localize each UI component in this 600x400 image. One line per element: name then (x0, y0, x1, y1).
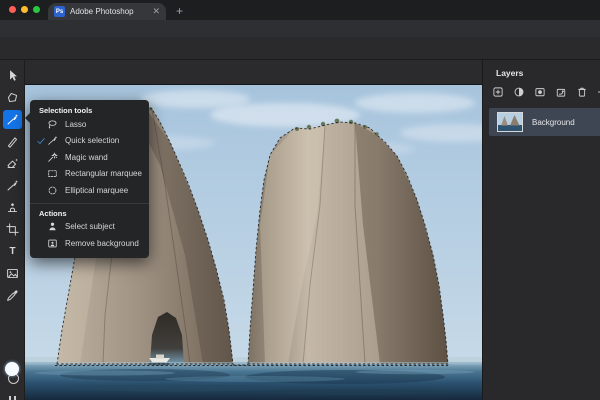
browser-tab-strip: Ps Adobe Photoshop ✕ + (0, 0, 600, 20)
menu-item-elliptical-marquee[interactable]: Elliptical marquee (30, 182, 149, 199)
more-panel-icon[interactable] (595, 84, 600, 99)
clone-stamp-tool[interactable] (3, 198, 22, 217)
layers-panel: Layers Background (482, 60, 600, 400)
photoshop-favicon: Ps (54, 6, 65, 17)
quick-selection-icon (47, 135, 59, 146)
tab-close-icon[interactable]: ✕ (152, 7, 160, 16)
new-tab-button[interactable]: + (176, 4, 183, 18)
app-window: Ps Adobe Photoshop ✕ + ← → photoshop.ado… (0, 0, 600, 400)
adjustment-layer-icon[interactable] (511, 84, 526, 99)
layers-panel-title: Layers (496, 68, 523, 78)
browser-tab[interactable]: Ps Adobe Photoshop ✕ (48, 3, 166, 20)
toolbar: T (0, 60, 25, 400)
layer-mask-icon[interactable] (532, 84, 547, 99)
eyedropper-tool[interactable] (3, 286, 22, 305)
move-tool[interactable] (3, 66, 22, 85)
brush-tool[interactable] (3, 176, 22, 195)
menu-item-magic-wand[interactable]: Magic wand (30, 149, 149, 166)
foreground-color-swatch[interactable] (5, 362, 19, 376)
ps-top-bar: Ps (Beta) Faraglioni 100% (0, 37, 600, 60)
tab-title: Adobe Photoshop (70, 7, 147, 16)
window-close-button[interactable] (9, 6, 16, 13)
selection-tools-menu: Selection tools Lasso Quick selection Ma… (30, 100, 149, 258)
select-subject-icon (47, 221, 59, 232)
menu-section-title: Selection tools (30, 105, 149, 116)
toolbar-collapse-icon[interactable] (9, 396, 16, 400)
shapes-tool[interactable] (3, 264, 22, 283)
spot-healing-tool[interactable] (3, 132, 22, 151)
window-minimize-button[interactable] (21, 6, 28, 13)
menu-divider (30, 203, 149, 204)
rectangular-marquee-icon (47, 168, 59, 179)
type-tool[interactable]: T (3, 242, 22, 261)
menu-section-title: Actions (30, 208, 149, 219)
delete-layer-icon[interactable] (574, 84, 589, 99)
menu-item-rectangular-marquee[interactable]: Rectangular marquee (30, 166, 149, 183)
transform-icon[interactable] (553, 84, 568, 99)
menu-item-remove-background[interactable]: Remove background (30, 235, 149, 252)
remove-background-icon (47, 238, 59, 249)
browser-toolbar: ← → photoshop.adobe.com (0, 20, 600, 37)
layer-row-background[interactable]: Background (489, 108, 600, 136)
menu-item-select-subject[interactable]: Select subject (30, 219, 149, 236)
check-icon (37, 137, 47, 145)
add-layer-icon[interactable] (490, 84, 505, 99)
crop-tool[interactable] (3, 220, 22, 239)
layer-name: Background (532, 118, 575, 127)
elliptical-marquee-icon (47, 185, 59, 196)
lasso-icon (47, 119, 59, 130)
window-zoom-button[interactable] (33, 6, 40, 13)
magic-wand-icon (47, 152, 59, 163)
menu-notch (25, 113, 30, 123)
menu-item-quick-selection[interactable]: Quick selection (30, 133, 149, 150)
object-selection-tool[interactable] (3, 88, 22, 107)
menu-item-lasso[interactable]: Lasso (30, 116, 149, 133)
tool-options-bar: 500 ••• Sample all layers Enhance edges … (0, 60, 482, 85)
quick-selection-tool[interactable] (3, 110, 22, 129)
layer-thumbnail (497, 112, 523, 132)
magic-eraser-tool[interactable] (3, 154, 22, 173)
